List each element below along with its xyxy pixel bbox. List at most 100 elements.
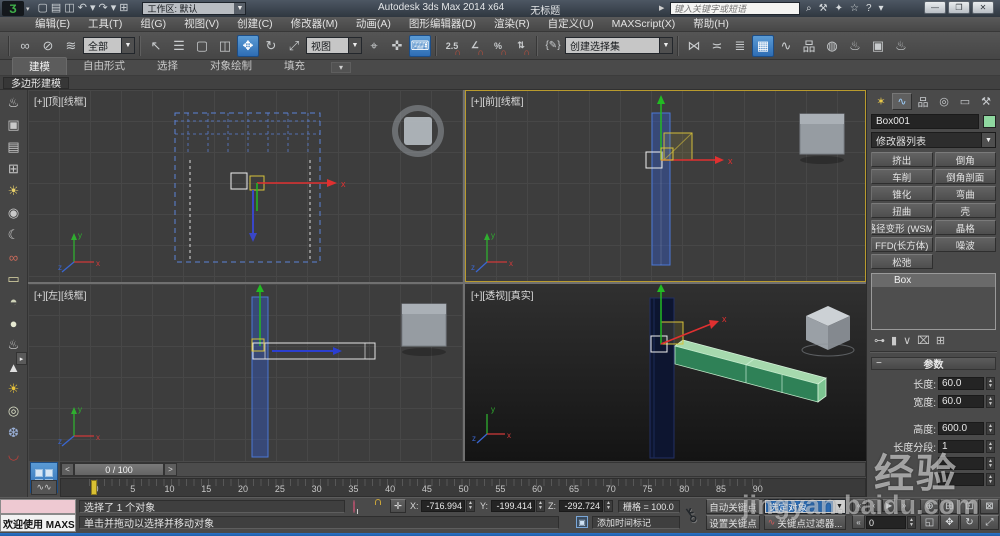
- material-editor-icon[interactable]: ◍: [821, 35, 843, 57]
- communication-center-icon[interactable]: ✦: [835, 3, 843, 14]
- modifier-button[interactable]: 锥化: [871, 186, 933, 201]
- app-menu-caret-icon[interactable]: ▾: [26, 5, 30, 13]
- spinner[interactable]: ▲▼: [986, 457, 995, 470]
- spinner-snap-icon[interactable]: ⇅: [510, 35, 532, 57]
- go-to-start-button[interactable]: «: [852, 515, 865, 529]
- mirror-icon[interactable]: ⋈: [683, 35, 705, 57]
- menu-item[interactable]: 帮助(H): [684, 17, 738, 32]
- search-icon[interactable]: ⌕: [806, 3, 812, 14]
- maxscript-macro-recorder[interactable]: [0, 499, 76, 514]
- parameter-field[interactable]: [938, 473, 984, 486]
- ribbon-tab[interactable]: 填充: [268, 57, 321, 75]
- select-and-manipulate-icon[interactable]: ✜: [386, 35, 408, 57]
- menu-item[interactable]: 动画(A): [347, 17, 400, 32]
- spinner[interactable]: ▲▼: [986, 473, 995, 486]
- render-setup-dialog-icon[interactable]: ▣: [4, 116, 24, 134]
- help-dropdown-icon[interactable]: ▾: [879, 3, 884, 14]
- pin-stack-icon[interactable]: ⊶: [874, 334, 885, 347]
- viewport-perspective[interactable]: [+][透视][真实] x y x z: [465, 284, 866, 461]
- set-key-button[interactable]: 设置关键点: [706, 515, 760, 530]
- add-time-tag-button[interactable]: 添加时间标记: [592, 516, 680, 529]
- y-coordinate-field[interactable]: -199.414: [491, 500, 535, 512]
- object-name-field[interactable]: Box001: [871, 114, 979, 129]
- snap-toggle-2.5-snap-icon[interactable]: 2.5: [441, 35, 463, 57]
- tab-motion[interactable]: ◎: [934, 93, 954, 110]
- schematic-view-icon[interactable]: 品: [798, 35, 820, 57]
- isolate-selection-icon[interactable]: [353, 500, 355, 513]
- render-production-icon[interactable]: ♨: [890, 35, 912, 57]
- window-crossing-icon[interactable]: ◫: [214, 35, 236, 57]
- save-file-icon[interactable]: ◫: [64, 1, 74, 16]
- spinner[interactable]: ▲▼: [536, 500, 545, 512]
- zoom-extents-icon[interactable]: ⊡: [960, 499, 979, 514]
- shadow-moon-icon[interactable]: ☾: [4, 226, 24, 244]
- sphere-icon[interactable]: ●: [4, 314, 24, 332]
- modifier-button[interactable]: 倒角剖面: [935, 169, 997, 184]
- ribbon-tab[interactable]: 对象绘制: [194, 57, 268, 75]
- ribbon-tab[interactable]: 自由形式: [67, 57, 141, 75]
- maxscript-listener[interactable]: 欢迎使用 MAXScr: [0, 514, 76, 532]
- app-logo-icon[interactable]: Ӡ: [2, 1, 24, 16]
- keyboard-override-icon[interactable]: ⌨: [409, 35, 431, 57]
- search-flyout-icon[interactable]: ▶: [659, 4, 664, 12]
- viewport-label[interactable]: [+][透视][真实]: [471, 287, 534, 302]
- modifier-button[interactable]: 挤出: [871, 152, 933, 167]
- menu-item[interactable]: 组(G): [131, 17, 175, 32]
- zoom-extents-all-icon[interactable]: ⊠: [980, 499, 999, 514]
- spinner[interactable]: ▲▼: [986, 422, 995, 435]
- undo-dropdown-icon[interactable]: ▾: [90, 1, 96, 16]
- percent-snap-icon[interactable]: %: [487, 35, 509, 57]
- curve-editor-icon[interactable]: ∿: [775, 35, 797, 57]
- remove-modifier-icon[interactable]: ⌧: [917, 334, 930, 347]
- plane-icon[interactable]: ▭: [4, 270, 24, 288]
- zoom-region-icon[interactable]: ◱: [920, 515, 939, 530]
- x-coordinate-field[interactable]: -716.994: [421, 500, 465, 512]
- spinner[interactable]: ▲▼: [907, 516, 916, 529]
- menu-item[interactable]: MAXScript(X): [603, 17, 685, 32]
- spinner[interactable]: ▲▼: [986, 440, 995, 453]
- modifier-button[interactable]: 壳: [935, 203, 997, 218]
- zoom-all-icon[interactable]: ⊞: [940, 499, 959, 514]
- align-icon[interactable]: ≍: [706, 35, 728, 57]
- previous-frame-button[interactable]: <: [61, 463, 74, 476]
- redo-icon[interactable]: ↷: [98, 1, 107, 16]
- modifier-button[interactable]: 晶格: [935, 220, 997, 235]
- menu-item[interactable]: 视图(V): [175, 17, 228, 32]
- infocenter-wrench-icon[interactable]: ⚒: [819, 3, 828, 14]
- modifier-button[interactable]: 路径变形 (WSM): [871, 220, 933, 235]
- pan-icon[interactable]: ✥: [940, 515, 959, 530]
- sun-icon[interactable]: ☀: [4, 380, 24, 398]
- time-slider[interactable]: < 0 / 100 >: [60, 462, 866, 477]
- spinner[interactable]: ▲▼: [604, 500, 613, 512]
- modifier-button[interactable]: 倒角: [935, 152, 997, 167]
- rendered-frame-window-icon[interactable]: ▣: [867, 35, 889, 57]
- spinner[interactable]: ▲▼: [986, 395, 995, 408]
- angle-snap-icon[interactable]: ∠: [464, 35, 486, 57]
- parameters-rollout-header[interactable]: − 参数: [871, 357, 996, 370]
- go-to-start-icon[interactable]: «: [852, 499, 866, 512]
- maximize-viewport-icon[interactable]: ⤢: [980, 515, 999, 530]
- current-frame-field[interactable]: 0: [866, 516, 906, 529]
- configure-modifier-sets-icon[interactable]: ⊞: [936, 334, 945, 347]
- use-pivot-point-center-icon[interactable]: ⌖: [363, 35, 385, 57]
- select-by-name-icon[interactable]: ☰: [168, 35, 190, 57]
- play-icon[interactable]: ▶: [882, 499, 896, 512]
- tab-utilities[interactable]: ⚒: [976, 93, 996, 110]
- unlink-selection-icon[interactable]: ⊘: [37, 35, 59, 57]
- modifier-stack[interactable]: Box: [871, 273, 996, 330]
- dome-icon[interactable]: ◓: [4, 292, 24, 310]
- selection-filter-combo[interactable]: 全部▼: [83, 37, 135, 54]
- viewport-label[interactable]: [+][顶][线框]: [34, 93, 87, 108]
- open-file-icon[interactable]: ▤: [51, 1, 61, 16]
- track-bar[interactable]: ∿∿ 051015202530354045505560657075808590: [60, 478, 866, 497]
- viewport-left[interactable]: [+][左][线框] y x z: [28, 284, 463, 461]
- select-and-rotate-icon[interactable]: ↻: [260, 35, 282, 57]
- viewport-top[interactable]: [+][顶][线框] x: [28, 90, 463, 282]
- time-marker[interactable]: [91, 480, 97, 495]
- render-teapot-icon[interactable]: ♨: [4, 94, 24, 112]
- modifier-button[interactable]: 弯曲: [935, 186, 997, 201]
- camera-icon[interactable]: ◉: [4, 204, 24, 222]
- previous-frame-icon[interactable]: ‹: [867, 499, 881, 512]
- favorites-star-icon[interactable]: ☆: [850, 3, 859, 14]
- next-frame-button[interactable]: >: [164, 463, 177, 476]
